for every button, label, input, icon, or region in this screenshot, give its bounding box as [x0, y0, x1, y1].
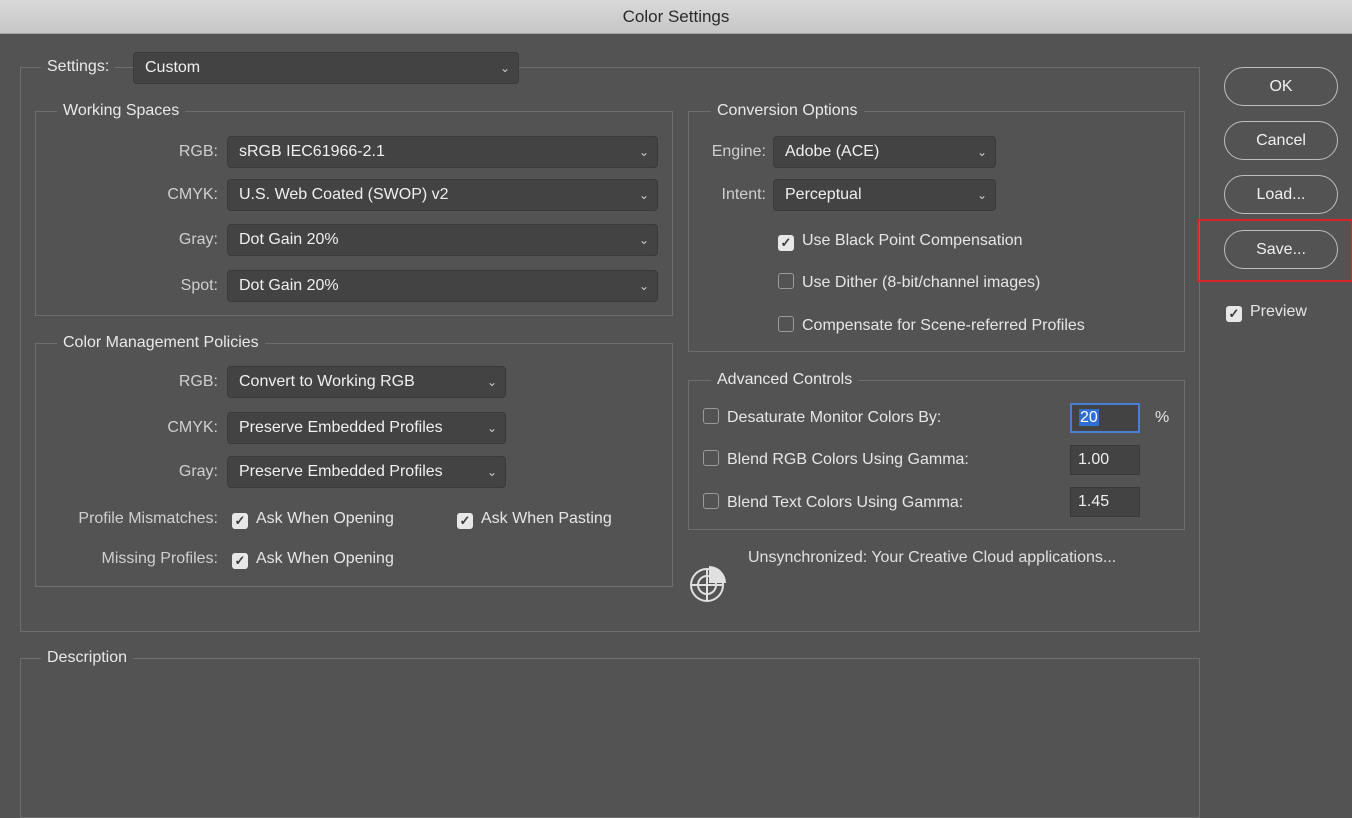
- ws-cmyk-select[interactable]: U.S. Web Coated (SWOP) v2 ⌄: [227, 179, 658, 211]
- ok-button[interactable]: OK: [1224, 67, 1338, 106]
- chevron-down-icon: ⌄: [638, 145, 649, 159]
- ws-spot-select[interactable]: Dot Gain 20% ⌄: [227, 270, 658, 302]
- chevron-down-icon: ⌄: [638, 233, 649, 247]
- desaturate-value: 20: [1079, 409, 1099, 426]
- ws-rgb-label: RGB:: [178, 143, 218, 160]
- ask-when-opening-checkbox[interactable]: ✓ Ask When Opening: [232, 508, 394, 530]
- load-button[interactable]: Load...: [1224, 175, 1338, 214]
- pol-gray-select[interactable]: Preserve Embedded Profiles ⌄: [227, 456, 506, 488]
- conversion-title: Conversion Options: [711, 101, 864, 121]
- engine-label: Engine:: [711, 143, 766, 160]
- pol-cmyk-label: CMYK:: [167, 419, 218, 436]
- ask-when-pasting-label: Ask When Pasting: [481, 510, 612, 527]
- chevron-down-icon: ⌄: [486, 465, 497, 479]
- ask-when-opening-label: Ask When Opening: [256, 510, 394, 527]
- sync-status-text: Unsynchronized: Your Creative Cloud appl…: [748, 549, 1117, 566]
- advanced-title: Advanced Controls: [711, 370, 859, 390]
- percent-unit: %: [1155, 409, 1170, 426]
- missing-ask-when-opening-label: Ask When Opening: [256, 550, 394, 567]
- settings-select[interactable]: Custom ⌄: [133, 52, 519, 84]
- missing-ask-when-opening-checkbox[interactable]: ✓ Ask When Opening: [232, 548, 394, 570]
- black-point-label: Use Black Point Compensation: [802, 232, 1023, 249]
- checkmark-icon: ✓: [1226, 306, 1242, 322]
- chevron-down-icon: ⌄: [486, 421, 497, 435]
- pol-rgb-value: Convert to Working RGB: [239, 373, 415, 390]
- checkmark-icon: ✓: [778, 235, 794, 251]
- intent-label: Intent:: [721, 186, 766, 203]
- ws-cmyk-label: CMYK:: [167, 186, 218, 203]
- ws-gray-select[interactable]: Dot Gain 20% ⌄: [227, 224, 658, 256]
- pol-gray-label: Gray:: [178, 463, 218, 480]
- checkbox-unchecked-icon: [703, 408, 719, 424]
- chevron-down-icon: ⌄: [976, 188, 987, 202]
- blend-rgb-label: Blend RGB Colors Using Gamma:: [727, 451, 969, 468]
- cancel-button[interactable]: Cancel: [1224, 121, 1338, 160]
- checkmark-icon: ✓: [232, 553, 248, 569]
- chevron-down-icon: ⌄: [638, 188, 649, 202]
- description-group: [20, 658, 1200, 818]
- settings-select-value: Custom: [145, 59, 201, 76]
- intent-value: Perceptual: [785, 186, 862, 203]
- checkbox-unchecked-icon: [703, 450, 719, 466]
- blend-text-label: Blend Text Colors Using Gamma:: [727, 494, 964, 511]
- engine-value: Adobe (ACE): [785, 143, 880, 160]
- chevron-down-icon: ⌄: [638, 279, 649, 293]
- description-title: Description: [41, 648, 134, 668]
- checkmark-icon: ✓: [457, 513, 473, 529]
- ws-rgb-value: sRGB IEC61966-2.1: [239, 143, 385, 160]
- blend-text-checkbox[interactable]: Blend Text Colors Using Gamma:: [703, 492, 963, 514]
- preview-label: Preview: [1250, 303, 1307, 320]
- black-point-checkbox[interactable]: ✓ Use Black Point Compensation: [778, 230, 1023, 252]
- chevron-down-icon: ⌄: [499, 61, 510, 75]
- chevron-down-icon: ⌄: [976, 145, 987, 159]
- blend-rgb-input[interactable]: 1.00: [1070, 445, 1140, 475]
- blend-text-input[interactable]: 1.45: [1070, 487, 1140, 517]
- ws-rgb-select[interactable]: sRGB IEC61966-2.1 ⌄: [227, 136, 658, 168]
- ws-gray-value: Dot Gain 20%: [239, 231, 339, 248]
- desaturate-label: Desaturate Monitor Colors By:: [727, 409, 942, 426]
- ask-when-pasting-checkbox[interactable]: ✓ Ask When Pasting: [457, 508, 612, 530]
- checkbox-unchecked-icon: [703, 493, 719, 509]
- checkmark-icon: ✓: [232, 513, 248, 529]
- chevron-down-icon: ⌄: [486, 375, 497, 389]
- pol-cmyk-value: Preserve Embedded Profiles: [239, 419, 443, 436]
- missing-profiles-label: Missing Profiles:: [101, 550, 218, 567]
- dither-checkbox[interactable]: Use Dither (8-bit/channel images): [778, 272, 1040, 294]
- save-button-highlight: [1197, 219, 1352, 282]
- desaturate-input[interactable]: 20: [1070, 403, 1140, 433]
- ws-gray-label: Gray:: [178, 231, 218, 248]
- settings-label: Settings:: [41, 57, 116, 77]
- working-spaces-title: Working Spaces: [57, 101, 186, 121]
- blend-rgb-checkbox[interactable]: Blend RGB Colors Using Gamma:: [703, 449, 969, 471]
- engine-select[interactable]: Adobe (ACE) ⌄: [773, 136, 996, 168]
- pol-cmyk-select[interactable]: Preserve Embedded Profiles ⌄: [227, 412, 506, 444]
- profile-mismatches-label: Profile Mismatches:: [78, 510, 218, 527]
- window-title: Color Settings: [0, 0, 1352, 34]
- scene-referred-label: Compensate for Scene-referred Profiles: [802, 317, 1085, 334]
- scene-referred-checkbox[interactable]: Compensate for Scene-referred Profiles: [778, 315, 1085, 337]
- policies-title: Color Management Policies: [57, 333, 265, 353]
- pol-rgb-label: RGB:: [178, 373, 218, 390]
- checkbox-unchecked-icon: [778, 316, 794, 332]
- intent-select[interactable]: Perceptual ⌄: [773, 179, 996, 211]
- ws-spot-label: Spot:: [180, 277, 218, 294]
- desaturate-checkbox[interactable]: Desaturate Monitor Colors By:: [703, 407, 941, 429]
- ws-spot-value: Dot Gain 20%: [239, 277, 339, 294]
- color-sync-icon: [686, 560, 732, 606]
- pol-gray-value: Preserve Embedded Profiles: [239, 463, 443, 480]
- checkbox-unchecked-icon: [778, 273, 794, 289]
- ws-cmyk-value: U.S. Web Coated (SWOP) v2: [239, 186, 449, 203]
- pol-rgb-select[interactable]: Convert to Working RGB ⌄: [227, 366, 506, 398]
- dither-label: Use Dither (8-bit/channel images): [802, 274, 1041, 291]
- preview-checkbox[interactable]: ✓ Preview: [1226, 301, 1307, 323]
